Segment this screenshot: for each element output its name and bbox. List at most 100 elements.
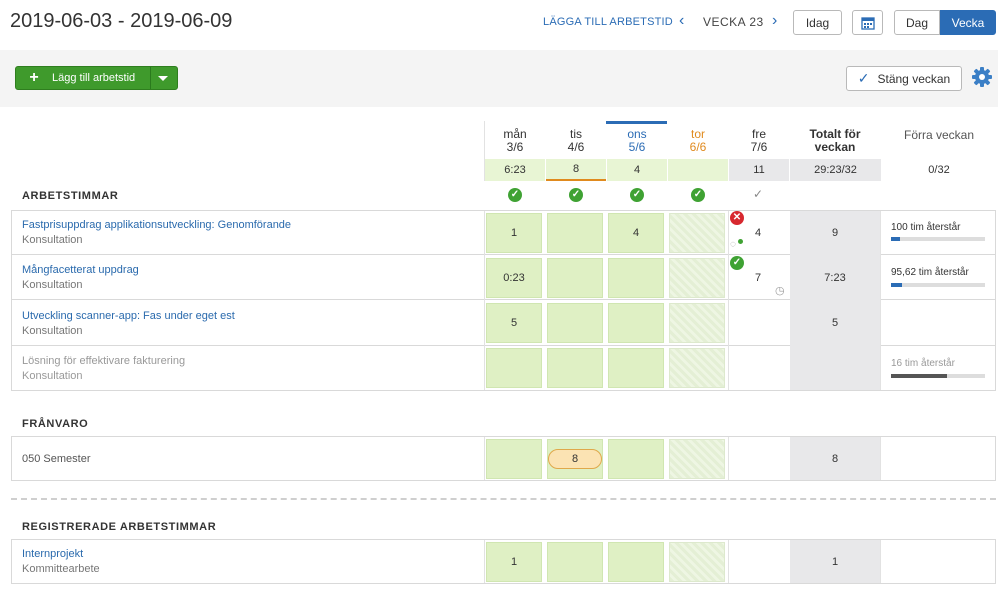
absence-title: 050 Semester bbox=[22, 453, 91, 465]
view-week-button[interactable]: Vecka bbox=[940, 10, 996, 35]
comment-icon[interactable]: ◌ bbox=[730, 239, 736, 250]
grid-line bbox=[728, 211, 729, 390]
time-cell[interactable] bbox=[547, 213, 603, 253]
project-activity: Konsultation bbox=[22, 370, 83, 382]
time-value[interactable]: 7 bbox=[748, 272, 768, 284]
settings-gear-icon[interactable] bbox=[971, 66, 993, 93]
section-work-hours: ARBETSTIMMAR bbox=[22, 190, 119, 202]
check-icon: ✓ bbox=[857, 70, 870, 86]
calendar-icon bbox=[860, 16, 875, 30]
project-title[interactable]: Utveckling scanner-app: Fas under eget e… bbox=[22, 310, 235, 322]
plus-icon: + bbox=[29, 69, 39, 86]
section-registered-hours: REGISTRERADE ARBETSTIMMAR bbox=[22, 521, 217, 533]
check-circle-icon: ✓ bbox=[508, 188, 522, 202]
grid-line bbox=[728, 437, 729, 480]
time-cell[interactable] bbox=[486, 348, 542, 388]
remaining-progress-bar bbox=[891, 283, 985, 287]
time-cell[interactable]: 0:23 bbox=[486, 258, 542, 298]
project-title[interactable]: Internprojekt bbox=[22, 548, 83, 560]
remaining-hours: 95,62 tim återstår bbox=[891, 267, 969, 278]
grid-line bbox=[880, 211, 881, 390]
time-cell[interactable]: 1 bbox=[486, 213, 542, 253]
grid-line bbox=[880, 437, 881, 480]
time-value[interactable]: 4 bbox=[748, 227, 768, 239]
week-total-header: Totalt för veckan bbox=[809, 127, 861, 154]
day-sum-tue: 8 bbox=[546, 159, 606, 181]
time-cell[interactable]: 5 bbox=[486, 303, 542, 343]
holiday-cell bbox=[669, 213, 725, 253]
time-cell[interactable] bbox=[608, 303, 664, 343]
time-cell[interactable] bbox=[547, 348, 603, 388]
time-cell[interactable] bbox=[608, 439, 664, 479]
row-total: 1 bbox=[831, 556, 839, 568]
remaining-progress-bar bbox=[891, 374, 985, 378]
grid-line bbox=[484, 437, 485, 480]
project-activity: Konsultation bbox=[22, 234, 83, 246]
check-circle-icon: ✓ bbox=[630, 188, 644, 202]
day-header-tue: tis 4/6 bbox=[567, 127, 585, 154]
date-range-title: 2019-06-03 - 2019-06-09 bbox=[10, 10, 233, 32]
day-header-mon: mån 3/6 bbox=[503, 127, 527, 154]
holiday-cell bbox=[669, 258, 725, 298]
project-title[interactable]: Fastprisuppdrag applikationsutveckling: … bbox=[22, 219, 291, 231]
day-sum-fri: 11 bbox=[729, 159, 789, 181]
project-title[interactable]: Lösning för effektivare fakturering bbox=[22, 355, 185, 367]
calendar-button[interactable] bbox=[852, 10, 883, 35]
row-total: 5 bbox=[831, 317, 839, 329]
day-header-fri: fre 7/6 bbox=[750, 127, 768, 154]
grid-line bbox=[484, 540, 485, 583]
current-day-indicator bbox=[606, 121, 667, 124]
time-cell[interactable] bbox=[547, 303, 603, 343]
time-cell[interactable]: 4 bbox=[608, 213, 664, 253]
day-header-thu: tor 6/6 bbox=[689, 127, 707, 154]
clock-icon[interactable]: ◷ bbox=[775, 284, 785, 297]
check-circle-icon: ✓ bbox=[730, 256, 744, 270]
holiday-cell bbox=[669, 542, 725, 582]
check-circle-icon: ✓ bbox=[691, 188, 705, 202]
time-cell[interactable] bbox=[608, 348, 664, 388]
time-cell[interactable]: 8 bbox=[547, 439, 603, 479]
chevron-down-icon[interactable] bbox=[158, 76, 168, 81]
week-label: VECKA 23 bbox=[703, 15, 764, 29]
close-week-button[interactable]: ✓ Stäng veckan bbox=[846, 66, 962, 91]
time-cell[interactable]: 1 bbox=[486, 542, 542, 582]
remaining-hours: 16 tim återstår bbox=[891, 358, 955, 369]
section-divider bbox=[11, 498, 996, 500]
time-cell[interactable] bbox=[547, 542, 603, 582]
holiday-cell bbox=[669, 303, 725, 343]
grid-line bbox=[484, 211, 485, 390]
prev-week-icon[interactable]: ‹ bbox=[679, 12, 684, 30]
next-week-icon[interactable]: › bbox=[772, 12, 777, 30]
day-sum-thu bbox=[668, 159, 728, 181]
absence-value[interactable]: 8 bbox=[548, 449, 602, 469]
project-activity: Konsultation bbox=[22, 279, 83, 291]
time-cell[interactable] bbox=[486, 439, 542, 479]
project-title[interactable]: Mångfacetterat uppdrag bbox=[22, 264, 139, 276]
section-absence: FRÅNVARO bbox=[22, 418, 89, 430]
row-total: 9 bbox=[831, 227, 839, 239]
time-cell[interactable] bbox=[547, 258, 603, 298]
row-total: 8 bbox=[831, 453, 839, 465]
add-time-button-label: Lägg till arbetstid bbox=[52, 72, 136, 84]
day-sum-mon: 6:23 bbox=[485, 159, 545, 181]
add-time-link[interactable]: LÄGGA TILL ARBETSTID bbox=[543, 16, 673, 28]
status-dot bbox=[738, 239, 743, 244]
week-total-value: 29:23/32 bbox=[790, 159, 881, 181]
remaining-hours: 100 tim återstår bbox=[891, 222, 961, 233]
row-total: 7:23 bbox=[824, 272, 846, 284]
check-circle-icon: ✓ bbox=[569, 188, 583, 202]
prev-week-value: 0/32 bbox=[882, 159, 996, 181]
view-day-button[interactable]: Dag bbox=[894, 10, 940, 35]
holiday-cell bbox=[669, 439, 725, 479]
project-activity: Konsultation bbox=[22, 325, 83, 337]
day-sum-wed: 4 bbox=[607, 159, 667, 181]
check-icon: ✓ bbox=[753, 187, 764, 201]
today-button[interactable]: Idag bbox=[793, 10, 842, 35]
time-cell[interactable] bbox=[608, 258, 664, 298]
grid-line bbox=[728, 540, 729, 583]
project-activity: Kommittearbete bbox=[22, 563, 100, 575]
time-cell[interactable] bbox=[608, 542, 664, 582]
add-time-button[interactable]: + Lägg till arbetstid bbox=[15, 66, 178, 90]
error-icon[interactable]: ✕ bbox=[730, 211, 744, 225]
close-week-label: Stäng veckan bbox=[877, 71, 951, 86]
